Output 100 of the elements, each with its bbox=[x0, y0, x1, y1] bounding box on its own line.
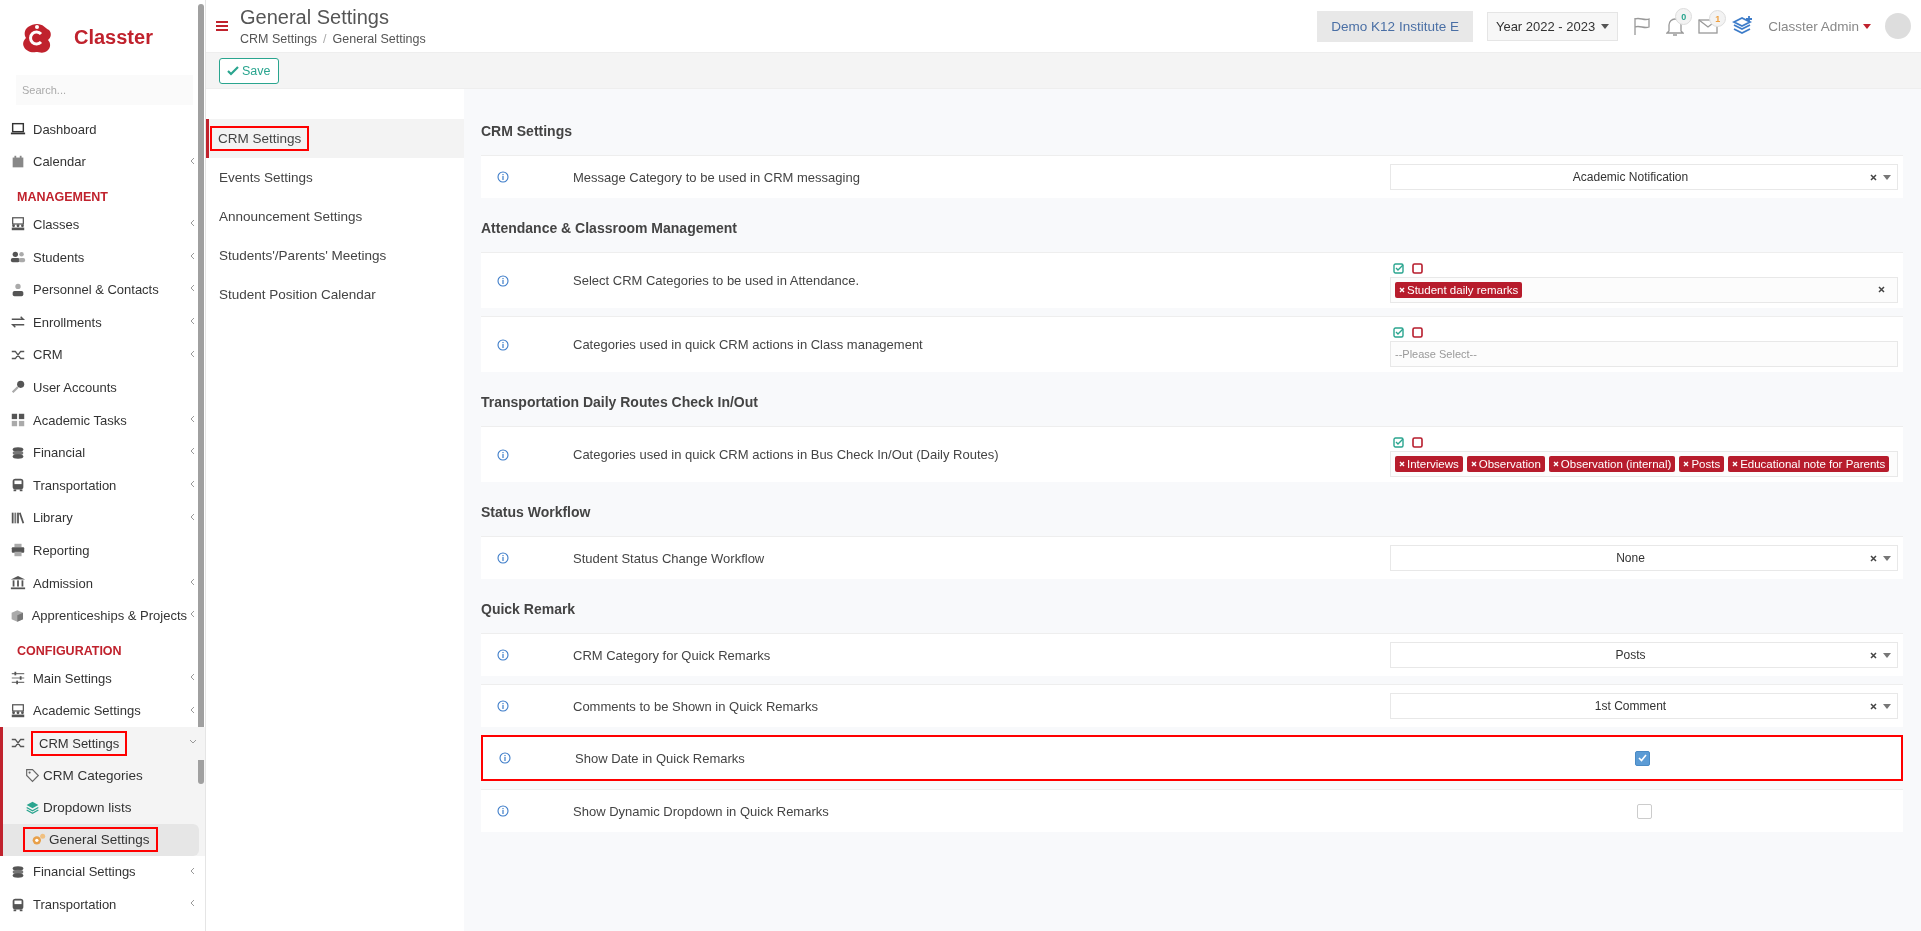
selected-tag[interactable]: Observation (internal) bbox=[1548, 455, 1676, 472]
menu-item[interactable]: Dashboard bbox=[0, 113, 205, 146]
info-icon[interactable] bbox=[497, 700, 509, 712]
info-icon[interactable] bbox=[497, 552, 509, 564]
remove-icon[interactable] bbox=[1552, 460, 1559, 467]
menu-item[interactable]: Main Settings bbox=[0, 661, 205, 695]
bank-icon bbox=[10, 575, 26, 591]
menu-item[interactable]: Personnel & Contacts bbox=[0, 273, 205, 306]
layers-plus-icon[interactable] bbox=[1732, 16, 1755, 36]
menu-label: Library bbox=[33, 510, 73, 526]
tab-label: Students'/Parents' Meetings bbox=[219, 248, 387, 263]
caret-icon[interactable] bbox=[1883, 174, 1891, 180]
menu-label: CRM Settings bbox=[33, 732, 126, 754]
deselect-all-icon[interactable] bbox=[1412, 436, 1423, 448]
menu-item[interactable]: Financial bbox=[0, 436, 205, 469]
submenu-item[interactable]: Dropdown lists bbox=[3, 791, 205, 824]
checkbox[interactable] bbox=[1636, 803, 1652, 819]
menu-icon[interactable] bbox=[216, 21, 228, 31]
remove-icon[interactable] bbox=[1399, 286, 1405, 293]
menu-item[interactable]: Transportation bbox=[0, 888, 205, 921]
clear-icon[interactable] bbox=[1870, 702, 1877, 710]
remove-icon[interactable] bbox=[1399, 460, 1405, 467]
year-dropdown[interactable]: Year 2022 - 2023 bbox=[1486, 11, 1619, 41]
institute-button[interactable]: Demo K12 Institute E bbox=[1317, 10, 1473, 42]
clear-icon[interactable] bbox=[1870, 651, 1877, 659]
caret-icon[interactable] bbox=[1883, 703, 1891, 709]
menu-label: Financial bbox=[33, 445, 86, 461]
selected-tag[interactable]: Student daily remarks bbox=[1395, 281, 1523, 298]
section-title: Transportation Daily Routes Check In/Out bbox=[481, 393, 759, 412]
dropdown[interactable]: Posts bbox=[1390, 642, 1898, 668]
info-icon[interactable] bbox=[497, 274, 509, 287]
menu-item[interactable]: Enrollments bbox=[0, 305, 205, 339]
check-icon bbox=[227, 65, 239, 76]
breadcrumb-link[interactable]: General Settings bbox=[332, 32, 426, 46]
message-badge: 1 bbox=[1709, 10, 1727, 27]
clear-icon[interactable] bbox=[1878, 286, 1885, 293]
menu-item[interactable]: Apprenticeships & Projects bbox=[0, 599, 205, 632]
menu-item[interactable]: Academic Tasks bbox=[0, 403, 205, 437]
menu-item[interactable]: CRM bbox=[0, 338, 205, 372]
menu-label: Transportation bbox=[33, 897, 117, 913]
multi-select-field[interactable]: Interviews Observation Observation (internal) Posts Educational note for Parents bbox=[1390, 450, 1898, 477]
caret-icon bbox=[1863, 23, 1871, 29]
caret-icon[interactable] bbox=[1883, 652, 1891, 658]
menu-item[interactable]: User Accounts bbox=[0, 371, 205, 404]
select-all-icon[interactable] bbox=[1393, 436, 1404, 448]
select-all-icon[interactable] bbox=[1393, 262, 1404, 274]
caret-icon[interactable] bbox=[1883, 555, 1891, 561]
search-field[interactable]: Search... bbox=[16, 75, 193, 105]
info-icon[interactable] bbox=[497, 338, 509, 351]
clear-icon[interactable] bbox=[1870, 173, 1877, 181]
settings-tab[interactable]: Student Position Calendar bbox=[206, 275, 464, 314]
select-all-icon[interactable] bbox=[1393, 326, 1404, 338]
menu-item[interactable]: Calendar bbox=[0, 145, 205, 179]
selected-tag[interactable]: Interviews bbox=[1395, 455, 1463, 472]
menu-item[interactable]: Students bbox=[0, 240, 205, 274]
submenu-item[interactable]: CRM Categories bbox=[3, 759, 205, 792]
selected-tag[interactable]: Educational note for Parents bbox=[1728, 455, 1890, 472]
info-icon[interactable] bbox=[497, 649, 509, 661]
bell-icon[interactable] bbox=[1666, 16, 1685, 36]
dropdown[interactable]: 1st Comment bbox=[1390, 693, 1898, 719]
selected-tag[interactable]: Observation bbox=[1466, 455, 1545, 472]
remove-icon[interactable] bbox=[1732, 460, 1739, 467]
submenu-item[interactable]: General Settings bbox=[3, 823, 199, 856]
setting-label: Student Status Change Workflow bbox=[573, 550, 766, 566]
dropdown[interactable]: Academic Notification bbox=[1390, 164, 1898, 190]
menu-item[interactable]: Classes bbox=[0, 208, 205, 241]
menu-item[interactable]: Reporting bbox=[0, 534, 205, 567]
breadcrumb-link[interactable]: CRM Settings bbox=[240, 32, 318, 46]
info-icon[interactable] bbox=[497, 448, 509, 461]
settings-tab[interactable]: Students'/Parents' Meetings bbox=[206, 236, 464, 275]
grid-icon bbox=[10, 412, 26, 429]
multi-select-field[interactable]: Student daily remarks bbox=[1390, 276, 1898, 303]
menu-item[interactable]: Academic Settings bbox=[0, 694, 205, 728]
remove-icon[interactable] bbox=[1683, 460, 1690, 467]
menu-label: Financial Settings bbox=[33, 864, 136, 880]
flag-icon[interactable] bbox=[1632, 16, 1653, 36]
checkbox[interactable] bbox=[1634, 750, 1650, 766]
deselect-all-icon[interactable] bbox=[1412, 326, 1423, 338]
remove-icon[interactable] bbox=[1470, 460, 1477, 467]
user-menu[interactable]: Classter Admin bbox=[1768, 18, 1871, 34]
menu-item[interactable]: CRM Settings bbox=[0, 727, 205, 760]
checkmark-icon bbox=[1637, 754, 1647, 762]
info-icon[interactable] bbox=[499, 752, 511, 764]
info-icon[interactable] bbox=[497, 171, 509, 183]
settings-tab[interactable]: Events Settings bbox=[206, 158, 464, 197]
selected-tag[interactable]: Posts bbox=[1679, 455, 1725, 472]
dropdown[interactable]: None bbox=[1390, 545, 1898, 571]
menu-item[interactable]: Admission bbox=[0, 566, 205, 600]
menu-label: Academic Tasks bbox=[33, 412, 127, 428]
menu-item[interactable]: Financial Settings bbox=[0, 855, 205, 889]
menu-label: Calendar bbox=[33, 154, 86, 170]
info-icon[interactable] bbox=[497, 805, 509, 817]
clear-icon[interactable] bbox=[1870, 554, 1877, 562]
settings-tab[interactable]: Announcement Settings bbox=[206, 197, 464, 236]
menu-item[interactable]: Library bbox=[0, 501, 205, 535]
deselect-all-icon[interactable] bbox=[1412, 262, 1423, 274]
envelope-icon[interactable] bbox=[1698, 18, 1719, 34]
setting-label: Comments to be Shown in Quick Remarks bbox=[573, 698, 819, 714]
menu-item[interactable]: Transportation bbox=[0, 468, 205, 502]
settings-tab[interactable]: CRM Settings bbox=[206, 119, 464, 158]
